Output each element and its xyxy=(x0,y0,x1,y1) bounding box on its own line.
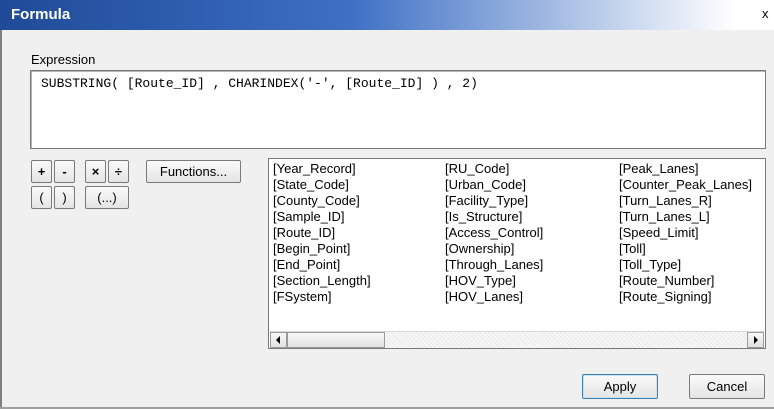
field-item[interactable]: [Turn_Lanes_R] xyxy=(619,193,752,209)
field-item[interactable]: [Toll_Type] xyxy=(619,257,752,273)
functions-button[interactable]: Functions... xyxy=(146,160,241,183)
plus-button[interactable]: + xyxy=(31,160,52,183)
expression-text[interactable]: SUBSTRING( [Route_ID] , CHARINDEX('-', [… xyxy=(41,76,478,91)
expression-editor[interactable]: SUBSTRING( [Route_ID] , CHARINDEX('-', [… xyxy=(30,70,766,149)
field-item[interactable]: [Toll] xyxy=(619,241,752,257)
field-column-2: [RU_Code] [Urban_Code] [Facility_Type] [… xyxy=(445,161,543,305)
field-column-3: [Peak_Lanes] [Counter_Peak_Lanes] [Turn_… xyxy=(619,161,752,305)
field-item[interactable]: [Is_Structure] xyxy=(445,209,543,225)
field-item[interactable]: [Speed_Limit] xyxy=(619,225,752,241)
field-item[interactable]: [HOV_Type] xyxy=(445,273,543,289)
field-item[interactable]: [Through_Lanes] xyxy=(445,257,543,273)
minus-button[interactable]: - xyxy=(54,160,75,183)
field-item[interactable]: [Begin_Point] xyxy=(273,241,371,257)
field-item[interactable]: [Year_Record] xyxy=(273,161,371,177)
field-item[interactable]: [Facility_Type] xyxy=(445,193,543,209)
field-list[interactable]: [Year_Record] [State_Code] [County_Code]… xyxy=(268,158,766,349)
scroll-thumb[interactable] xyxy=(287,332,385,348)
scroll-left-arrow-icon[interactable] xyxy=(270,332,287,348)
field-item[interactable]: [Turn_Lanes_L] xyxy=(619,209,752,225)
field-item[interactable]: [HOV_Lanes] xyxy=(445,289,543,305)
formula-dialog: Formula x Expression SUBSTRING( [Route_I… xyxy=(0,0,774,409)
field-item[interactable]: [County_Code] xyxy=(273,193,371,209)
multiply-button[interactable]: × xyxy=(85,160,106,183)
paren-group-button[interactable]: (...) xyxy=(85,186,129,209)
field-item[interactable]: [Urban_Code] xyxy=(445,177,543,193)
close-icon[interactable]: x xyxy=(762,5,772,23)
scroll-right-arrow-icon[interactable] xyxy=(747,332,764,348)
cancel-button[interactable]: Cancel xyxy=(689,374,765,399)
close-paren-button[interactable]: ) xyxy=(54,186,75,209)
field-item[interactable]: [Sample_ID] xyxy=(273,209,371,225)
horizontal-scrollbar[interactable] xyxy=(270,331,764,348)
field-item[interactable]: [Route_ID] xyxy=(273,225,371,241)
open-paren-button[interactable]: ( xyxy=(31,186,52,209)
window-frame-left xyxy=(0,30,2,409)
field-column-1: [Year_Record] [State_Code] [County_Code]… xyxy=(273,161,371,305)
field-item[interactable]: [Route_Number] xyxy=(619,273,752,289)
field-item[interactable]: [Route_Signing] xyxy=(619,289,752,305)
field-item[interactable]: [Peak_Lanes] xyxy=(619,161,752,177)
field-item[interactable]: [Counter_Peak_Lanes] xyxy=(619,177,752,193)
field-item[interactable]: [End_Point] xyxy=(273,257,371,273)
expression-label: Expression xyxy=(31,52,96,67)
field-item[interactable]: [Access_Control] xyxy=(445,225,543,241)
title-bar[interactable]: Formula x xyxy=(0,0,774,30)
apply-button[interactable]: Apply xyxy=(582,374,658,399)
field-item[interactable]: [Section_Length] xyxy=(273,273,371,289)
field-item[interactable]: [FSystem] xyxy=(273,289,371,305)
field-item[interactable]: [State_Code] xyxy=(273,177,371,193)
field-item[interactable]: [Ownership] xyxy=(445,241,543,257)
field-item[interactable]: [RU_Code] xyxy=(445,161,543,177)
divide-button[interactable]: ÷ xyxy=(108,160,129,183)
window-title: Formula xyxy=(11,6,71,23)
